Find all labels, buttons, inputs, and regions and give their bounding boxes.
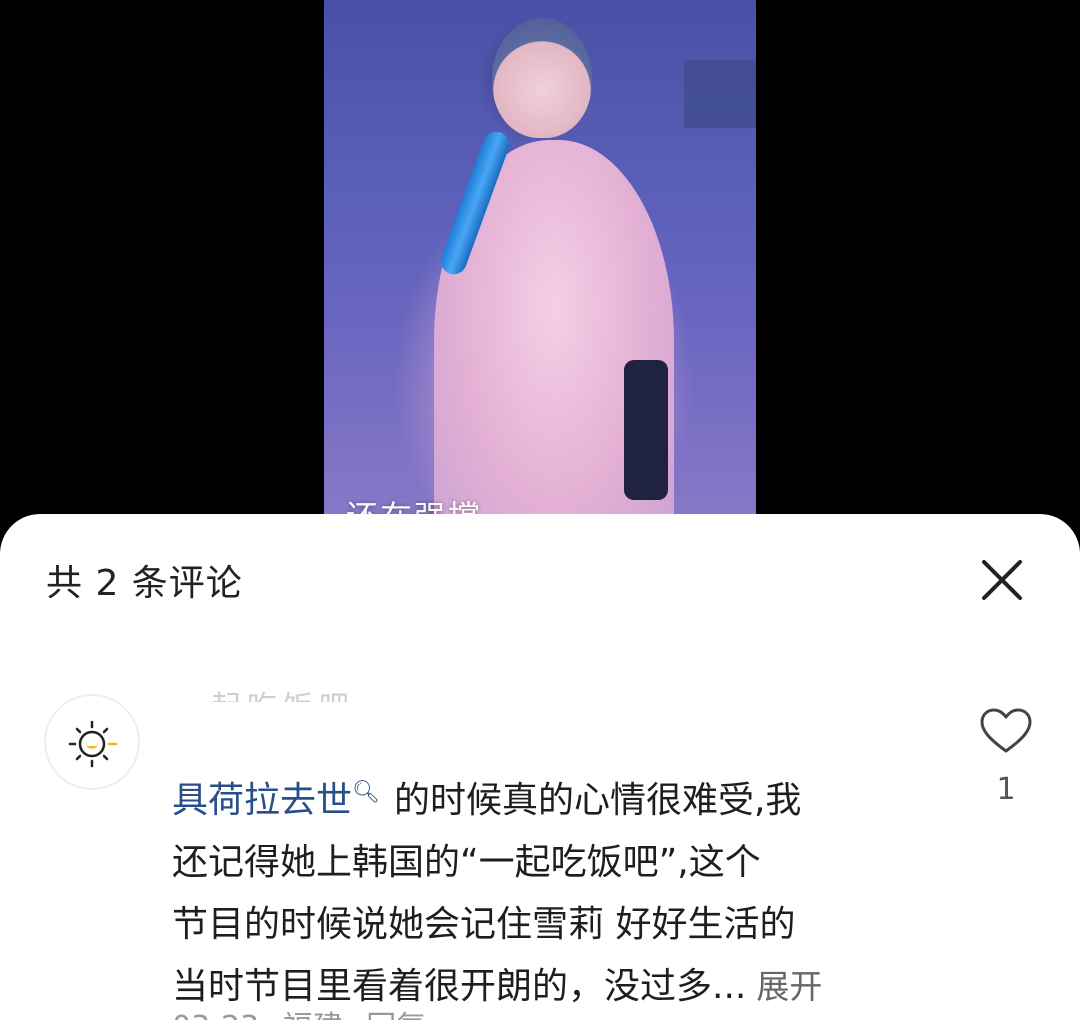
close-icon [982,560,1022,600]
avatar[interactable] [44,694,140,790]
video-area[interactable]: 还在强撑 [0,0,1080,540]
heart-icon [980,708,1032,753]
comment-date: 03-23 [172,1010,259,1020]
performer-head [492,18,592,138]
comment-location: 福建 [283,1010,343,1020]
comments-count-title: 共 2 条评论 [46,563,243,604]
comment-author[interactable]: 一起吃饭吧 [175,682,355,702]
search-icon: 🔍︎ [352,780,380,805]
reply-button[interactable]: 回复 [366,1010,426,1020]
comment-line-1: 的时候真的心情很难受,我 [393,780,802,821]
stage-sign [684,60,756,128]
comment-line-4: 当时节目里看着很开朗的，没过多... [172,966,747,1007]
hashtag-link[interactable]: 具荷拉去世 [172,780,352,821]
expand-button[interactable]: 展开 [756,967,822,1006]
sun-icon [68,720,118,768]
close-button[interactable] [972,550,1032,610]
like-count: 1 [996,772,1016,807]
like-button[interactable] [978,704,1034,760]
chair [624,360,668,500]
comment-line-2: 还记得她上韩国的“一起吃饭吧”,这个 [172,842,761,883]
video-frame[interactable]: 还在强撑 [324,0,756,540]
comment-body[interactable]: 具荷拉去世🔍︎ 的时候真的心情很难受,我 还记得她上韩国的“一起吃饭吧”,这个 节… [172,762,912,1018]
comment-line-3: 节目的时候说她会记住雪莉 好好生活的 [172,904,796,945]
comment-meta: 03-23 福建 回复 [172,1002,440,1020]
comments-sheet: 共 2 条评论 一起吃饭吧 具荷拉去世🔍︎的时候真的心情很难受,我 还记 [0,514,1080,1020]
